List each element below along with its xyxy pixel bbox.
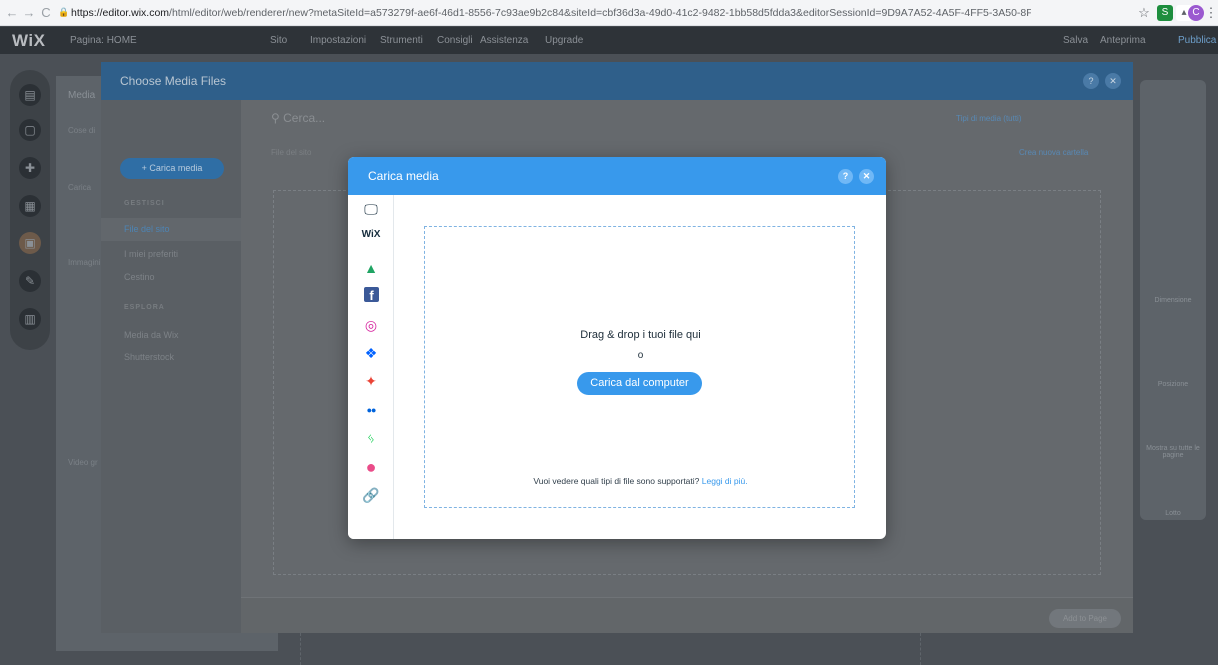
background-icon[interactable]: ▢ (19, 119, 41, 141)
panel-title: Media (68, 90, 96, 101)
canvas-gridline (300, 633, 301, 665)
menu-upgrade[interactable]: Upgrade (545, 27, 583, 54)
star-icon[interactable]: ☆ (1136, 4, 1152, 22)
inspector-label: Dimensione (1154, 297, 1192, 304)
profile-avatar[interactable]: C (1188, 5, 1204, 21)
business-icon[interactable]: ▥ (19, 308, 41, 330)
facebook-icon[interactable]: f (364, 287, 379, 303)
panel-item: Cose di (68, 126, 96, 135)
sidebar-item-site-files[interactable]: File del sito (101, 218, 241, 241)
dribbble-icon[interactable]: ● (360, 457, 382, 477)
wix-icon[interactable]: WiX (360, 225, 382, 245)
media-sidebar: + Carica media GESTISCI File del sito I … (101, 100, 241, 633)
panel-item: Video gr (68, 458, 98, 467)
media-search-input[interactable]: ⚲ Cerca... (271, 111, 325, 125)
info-text: Vuoi vedere quali tipi di file sono supp… (533, 476, 700, 486)
sidebar-item-trash[interactable]: Cestino (124, 272, 155, 282)
kebab-menu-icon[interactable]: ⋮ (1203, 4, 1218, 22)
sidebar-item-wix-media[interactable]: Media da Wix (124, 330, 179, 340)
upload-from-computer-button[interactable]: Carica dal computer (577, 372, 702, 395)
add-icon[interactable]: ✚ (19, 157, 41, 179)
learn-more-link[interactable]: Leggi di più. (702, 476, 748, 486)
sheets-extension-icon[interactable]: S (1157, 5, 1173, 21)
menu-sito[interactable]: Sito (270, 27, 287, 54)
menu-impostazioni[interactable]: Impostazioni (310, 27, 366, 54)
new-folder-link[interactable]: Crea nuova cartella (1019, 148, 1088, 157)
reload-icon[interactable]: C (38, 4, 54, 22)
google-drive-icon[interactable]: ▲ (360, 258, 382, 278)
back-arrow-icon[interactable]: ← (4, 4, 20, 22)
save-button[interactable]: Salva (1063, 27, 1088, 54)
dialog-header: Carica media ? ✕ (348, 157, 886, 195)
browser-toolbar: ← → C 🔒 https://editor.wix.com/html/edit… (0, 0, 1218, 26)
search-placeholder: Cerca... (283, 111, 326, 125)
modal-footer (241, 597, 1133, 633)
drop-zone[interactable]: Drag & drop i tuoi file qui o Carica dal… (424, 226, 855, 508)
dialog-title: Carica media (368, 169, 439, 183)
supported-files-info: Vuoi vedere quali tipi di file sono supp… (425, 476, 856, 486)
help-icon[interactable]: ? (838, 169, 853, 184)
modal-title: Choose Media Files (120, 74, 227, 88)
upload-source-list: 🖵 WiX ▲ f ◎ ❖ ✦ ●● ᛃ ● 🔗 (348, 195, 394, 539)
address-bar[interactable]: https://editor.wix.com/html/editor/web/r… (71, 5, 1031, 21)
inspector-label: Mostra su tutte le pagine (1146, 445, 1200, 459)
computer-icon[interactable]: 🖵 (360, 199, 382, 219)
upload-media-dialog: Carica media ? ✕ 🖵 WiX ▲ f ◎ ❖ ✦ ●● ᛃ ● 🔗 Drag & d… (348, 157, 886, 539)
drag-drop-text: Drag & drop i tuoi file qui (580, 329, 701, 341)
menu-consigli[interactable]: Consigli (437, 27, 473, 54)
link-icon[interactable]: 🔗 (360, 485, 382, 505)
forward-arrow-icon[interactable]: → (21, 4, 37, 22)
deviantart-icon[interactable]: ᛃ (360, 428, 382, 448)
publish-button[interactable]: Pubblica (1178, 27, 1216, 54)
panel-item: Carica (68, 183, 92, 192)
editor-top-bar: Pagina: HOME Sito Impostazioni Strumenti… (0, 27, 1218, 54)
add-to-page-button[interactable]: Add to Page (1049, 609, 1121, 628)
instagram-icon[interactable]: ◎ (360, 315, 382, 335)
lock-icon: 🔒 (58, 7, 70, 17)
inspector-panel: Dimensione Posizione Mostra su tutte le … (1140, 80, 1206, 520)
media-icon[interactable]: ▣ (19, 232, 41, 254)
search-icon: ⚲ (271, 111, 284, 125)
section-heading: ESPLORA (124, 304, 165, 311)
help-icon[interactable]: ? (1083, 73, 1099, 89)
dropbox-icon[interactable]: ❖ (360, 343, 382, 363)
close-icon[interactable]: ✕ (1105, 73, 1121, 89)
google-photos-icon[interactable]: ✦ (360, 371, 382, 391)
apps-icon[interactable]: ▦ (19, 195, 41, 217)
or-text: o (637, 350, 644, 361)
media-type-dropdown[interactable]: Tipi di media (tutti) (956, 114, 1022, 123)
upload-media-button[interactable]: + Carica media (120, 158, 224, 179)
wix-logo: WiX (12, 31, 46, 50)
inspector-label: Lotto (1165, 510, 1181, 517)
menu-assistenza[interactable]: Assistenza (480, 27, 528, 54)
panel-item: Immagini (68, 258, 101, 267)
modal-header: Choose Media Files ? ✕ (101, 62, 1133, 100)
canvas-gridline (920, 633, 921, 665)
breadcrumb: File del sito (271, 148, 312, 157)
menu-strumenti[interactable]: Strumenti (380, 27, 423, 54)
flickr-icon[interactable]: ●● (360, 400, 382, 420)
url-path: /html/editor/web/renderer/new?metaSiteId… (169, 7, 1031, 19)
preview-button[interactable]: Anteprima (1100, 27, 1146, 54)
pages-icon[interactable]: ▤ (19, 84, 41, 106)
sidebar-item-shutterstock[interactable]: Shutterstock (124, 352, 174, 362)
inspector-label: Posizione (1157, 381, 1189, 388)
sidebar-item-favorites[interactable]: I miei preferiti (124, 249, 178, 259)
page-selector[interactable]: Pagina: HOME (70, 27, 137, 54)
pen-icon[interactable]: ✎ (19, 270, 41, 292)
section-heading: GESTISCI (124, 200, 165, 207)
close-icon[interactable]: ✕ (859, 169, 874, 184)
url-host: https://editor.wix.com (71, 7, 170, 19)
